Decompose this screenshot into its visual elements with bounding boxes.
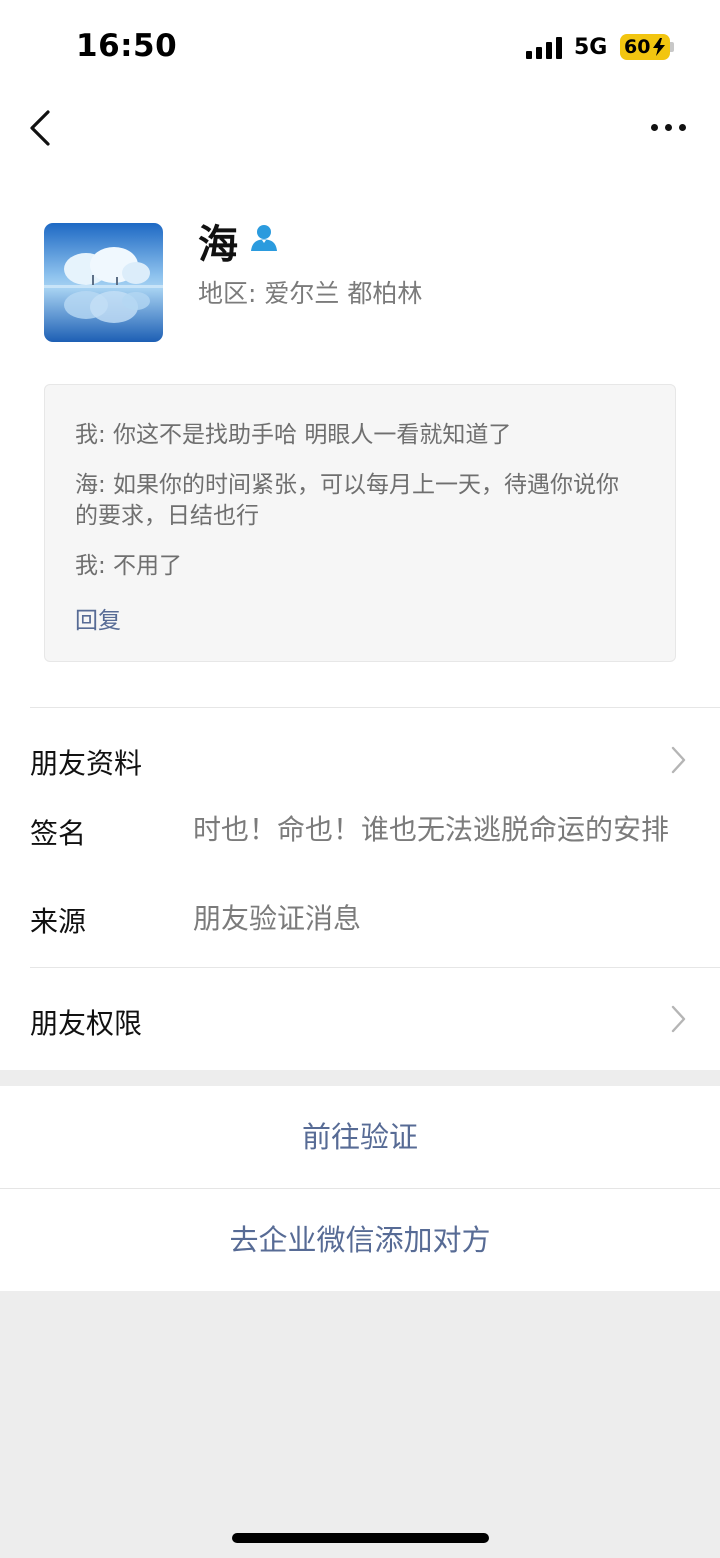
signature-label: 签名 [30, 817, 87, 850]
contact-region: 地区: 爱尔兰 都柏林 [198, 279, 423, 308]
contact-profile-screen: 16:50 5G 60 海 地区: 爱尔兰 都柏林 我: 你这不是找助手哈 明眼… [0, 0, 720, 1558]
friend-permissions-row[interactable]: 朋友权限 [30, 1002, 142, 1042]
charging-bolt-icon [653, 38, 665, 56]
message-item: 海: 如果你的时间紧张，可以每月上一天，待遇你说你的要求，日结也行 [75, 472, 620, 529]
source-label: 来源 [30, 905, 87, 938]
message-item: 我: 不用了 [75, 553, 183, 579]
home-indicator[interactable] [232, 1533, 489, 1543]
battery-tip [670, 42, 674, 52]
avatar-frozen-trees-image [44, 223, 163, 342]
chevron-right-icon [671, 746, 686, 774]
battery-level: 60 [624, 36, 651, 58]
chevron-right-icon [671, 1005, 686, 1033]
source-value: 朋友验证消息 [193, 902, 362, 935]
section-divider [30, 967, 720, 968]
battery-icon: 60 [620, 34, 670, 60]
back-button[interactable] [22, 106, 62, 150]
network-type: 5G [574, 35, 608, 60]
avatar[interactable] [44, 223, 163, 342]
verification-message-box: 我: 你这不是找助手哈 明眼人一看就知道了 海: 如果你的时间紧张，可以每月上一… [44, 384, 676, 662]
friend-info-row[interactable]: 朋友资料 [30, 742, 142, 782]
more-dots-icon [651, 124, 658, 131]
message-item: 我: 你这不是找助手哈 明眼人一看就知道了 [75, 422, 512, 448]
reply-link[interactable]: 回复 [75, 601, 121, 635]
more-options-button[interactable] [646, 110, 692, 146]
signal-icon [526, 37, 564, 59]
section-gap [0, 1070, 720, 1086]
add-via-wecom-button[interactable]: 去企业微信添加对方 [0, 1189, 720, 1291]
section-divider [30, 707, 720, 708]
status-time: 16:50 [76, 28, 178, 64]
contact-person-icon [249, 224, 279, 252]
chevron-left-icon [30, 110, 50, 146]
contact-name: 海 [198, 222, 238, 268]
go-verify-button[interactable]: 前往验证 [0, 1086, 720, 1188]
signature-value: 时也！命也！谁也无法逃脱命运的安排 [193, 813, 670, 846]
